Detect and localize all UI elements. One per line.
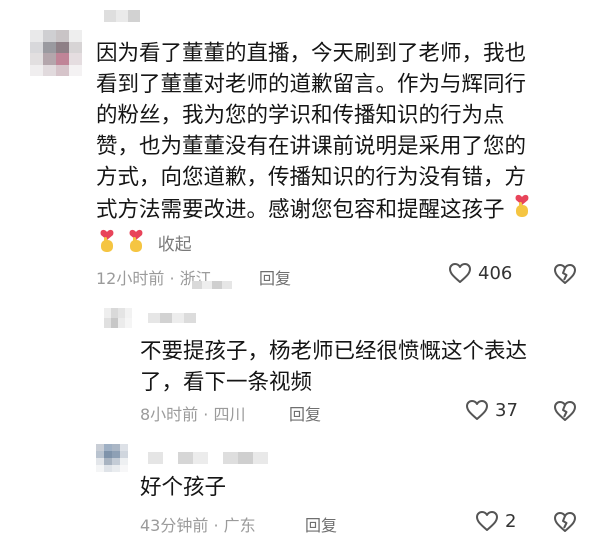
heart-outline-icon — [476, 511, 498, 531]
dislike-button[interactable] — [553, 263, 577, 285]
comment-timestamp: 43分钟前 · 广东 — [140, 516, 256, 535]
username-redacted[interactable] — [148, 313, 196, 323]
avatar[interactable] — [96, 444, 128, 472]
username-redacted[interactable] — [104, 10, 140, 22]
like-button[interactable]: 37 — [465, 399, 518, 421]
broken-heart-icon — [554, 264, 576, 284]
like-count: 37 — [495, 399, 518, 421]
comment-text: 好个孩子 — [140, 475, 227, 500]
comment-text: 因为看了董董的直播，今天刷到了老师，我也 看到了董董对老师的道歉留言。作为与辉同… — [96, 38, 596, 263]
like-count: 406 — [478, 262, 513, 284]
username-redacted[interactable] — [148, 452, 268, 464]
heart-outline-icon — [449, 263, 471, 283]
reply-button[interactable]: 回复 — [259, 265, 291, 289]
broken-heart-icon — [554, 401, 576, 421]
comment-timestamp: 8小时前 · 四川 — [140, 405, 246, 424]
comment-text: 不要提孩子，杨老师已经很愤慨这个表达 了，看下一条视频 — [140, 339, 528, 395]
like-button[interactable]: 406 — [448, 262, 512, 284]
like-count: 2 — [505, 510, 517, 532]
location-redaction — [192, 281, 232, 289]
reply-button[interactable]: 回复 — [289, 401, 321, 425]
avatar[interactable] — [30, 30, 82, 76]
heart-outline-icon — [466, 400, 488, 420]
avatar[interactable] — [104, 308, 132, 328]
reply-button[interactable]: 回复 — [305, 512, 337, 536]
dislike-button[interactable] — [553, 400, 577, 422]
broken-heart-icon — [554, 512, 576, 532]
heart-hands-icon — [511, 193, 533, 228]
dislike-button[interactable] — [553, 511, 577, 533]
like-button[interactable]: 2 — [475, 510, 516, 532]
heart-hands-icon — [96, 228, 118, 263]
heart-hands-icon — [125, 228, 147, 263]
collapse-button[interactable]: 收起 — [158, 235, 192, 255]
